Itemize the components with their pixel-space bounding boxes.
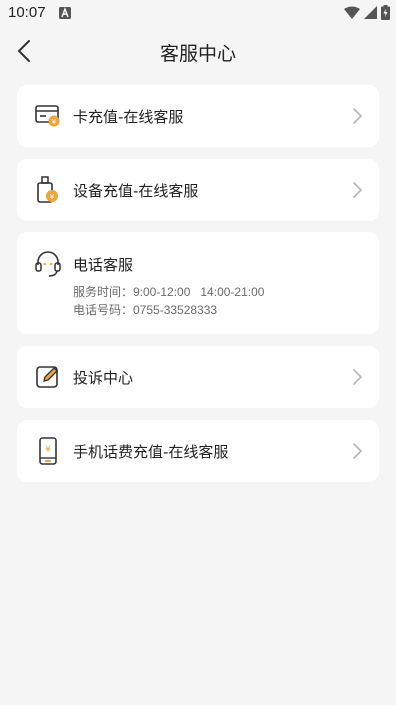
- chevron-right-icon: [353, 182, 363, 198]
- complaint-edit-icon: [36, 366, 58, 388]
- status-icons: [344, 5, 390, 20]
- status-bar: 10:07: [0, 0, 396, 26]
- device-recharge-label: 设备充值-在线客服: [73, 182, 199, 200]
- phone-number[interactable]: 电话号码：0755-33528333: [73, 301, 217, 318]
- chevron-right-icon: [353, 369, 363, 385]
- chevron-right-icon: [353, 108, 363, 124]
- notification-a-icon: [59, 7, 71, 19]
- battery-icon: [381, 5, 390, 20]
- status-time: 10:07: [8, 4, 46, 21]
- card-recharge-item[interactable]: ¥ 卡充值-在线客服: [17, 85, 379, 147]
- complaint-center-item[interactable]: 投诉中心: [17, 346, 379, 408]
- device-recharge-icon: ¥: [37, 176, 58, 203]
- phone-bill-recharge-item[interactable]: ¥ 手机话费充值-在线客服: [17, 420, 379, 482]
- page-title: 客服中心: [159, 43, 236, 65]
- device-recharge-item[interactable]: ¥ 设备充值-在线客服: [17, 159, 379, 221]
- wifi-icon: [344, 6, 360, 19]
- phone-bill-recharge-label: 手机话费充值-在线客服: [73, 443, 229, 461]
- signal-icon: [364, 5, 377, 19]
- complaint-center-label: 投诉中心: [73, 369, 134, 387]
- nav-bar: 客服中心: [0, 30, 396, 72]
- phone-service-label: 电话客服: [73, 256, 134, 274]
- chevron-right-icon: [353, 443, 363, 459]
- svg-text:¥: ¥: [45, 445, 51, 455]
- svg-text:¥: ¥: [50, 193, 55, 201]
- phone-bill-icon: ¥: [39, 437, 57, 465]
- service-hours: 服务时间：9:00-12:00 14:00-21:00: [73, 285, 265, 299]
- headset-icon: [35, 251, 61, 277]
- card-recharge-icon: ¥: [35, 105, 60, 127]
- phone-service-card: 电话客服 服务时间：9:00-12:00 14:00-21:00 电话号码：07…: [17, 232, 379, 334]
- svg-text:¥: ¥: [52, 118, 57, 126]
- card-recharge-label: 卡充值-在线客服: [73, 108, 184, 126]
